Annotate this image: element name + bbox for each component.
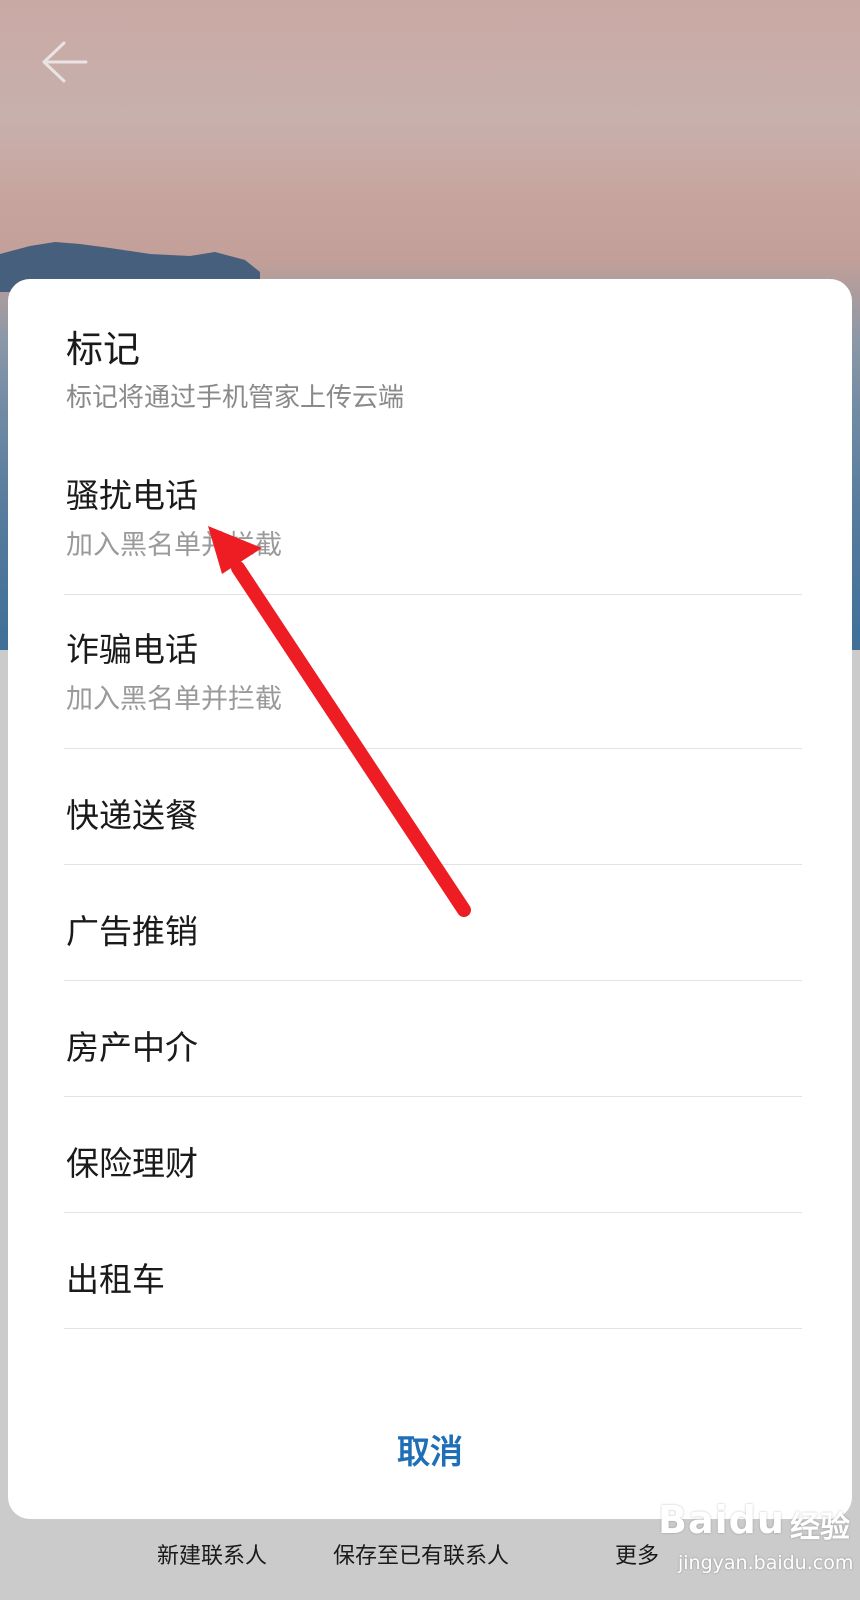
option-real-estate-agent[interactable]: 房产中介 <box>64 981 802 1097</box>
option-label: 出租车 <box>66 1260 165 1299</box>
baidu-jingyan-watermark: Baidu 经验 jingyan.baidu.com <box>640 1488 855 1598</box>
mark-options-list: 骚扰电话 加入黑名单并拦截 诈骗电话 加入黑名单并拦截 快递送餐 广告推销 房产… <box>64 441 802 1329</box>
back-button[interactable] <box>36 34 92 90</box>
option-advertising[interactable]: 广告推销 <box>64 865 802 981</box>
option-label: 诈骗电话 <box>66 630 198 669</box>
watermark-url: jingyan.baidu.com <box>678 1552 854 1574</box>
option-label: 房产中介 <box>66 1028 198 1067</box>
option-label: 骚扰电话 <box>66 476 198 515</box>
save-to-existing-contact-button[interactable]: 保存至已有联系人 <box>333 1538 509 1570</box>
option-description: 加入黑名单并拦截 <box>66 530 282 561</box>
new-contact-button[interactable]: 新建联系人 <box>157 1538 267 1570</box>
option-harassment-call[interactable]: 骚扰电话 加入黑名单并拦截 <box>64 441 802 595</box>
option-fraud-call[interactable]: 诈骗电话 加入黑名单并拦截 <box>64 595 802 749</box>
option-label: 广告推销 <box>66 912 198 951</box>
option-label: 快递送餐 <box>66 796 198 835</box>
option-label: 保险理财 <box>66 1144 198 1183</box>
dialog-title: 标记 <box>66 328 140 371</box>
dialog-subtitle: 标记将通过手机管家上传云端 <box>66 383 405 413</box>
option-insurance-finance[interactable]: 保险理财 <box>64 1097 802 1213</box>
cancel-button[interactable]: 取消 <box>330 1419 530 1479</box>
option-delivery[interactable]: 快递送餐 <box>64 749 802 865</box>
mark-dialog: 标记 标记将通过手机管家上传云端 骚扰电话 加入黑名单并拦截 诈骗电话 加入黑名… <box>8 279 852 1519</box>
arrow-left-icon <box>42 41 88 83</box>
option-taxi[interactable]: 出租车 <box>64 1213 802 1329</box>
watermark-brand: Baidu <box>658 1498 785 1542</box>
option-description: 加入黑名单并拦截 <box>66 684 282 715</box>
watermark-jingyan: 经验 <box>790 1510 850 1545</box>
